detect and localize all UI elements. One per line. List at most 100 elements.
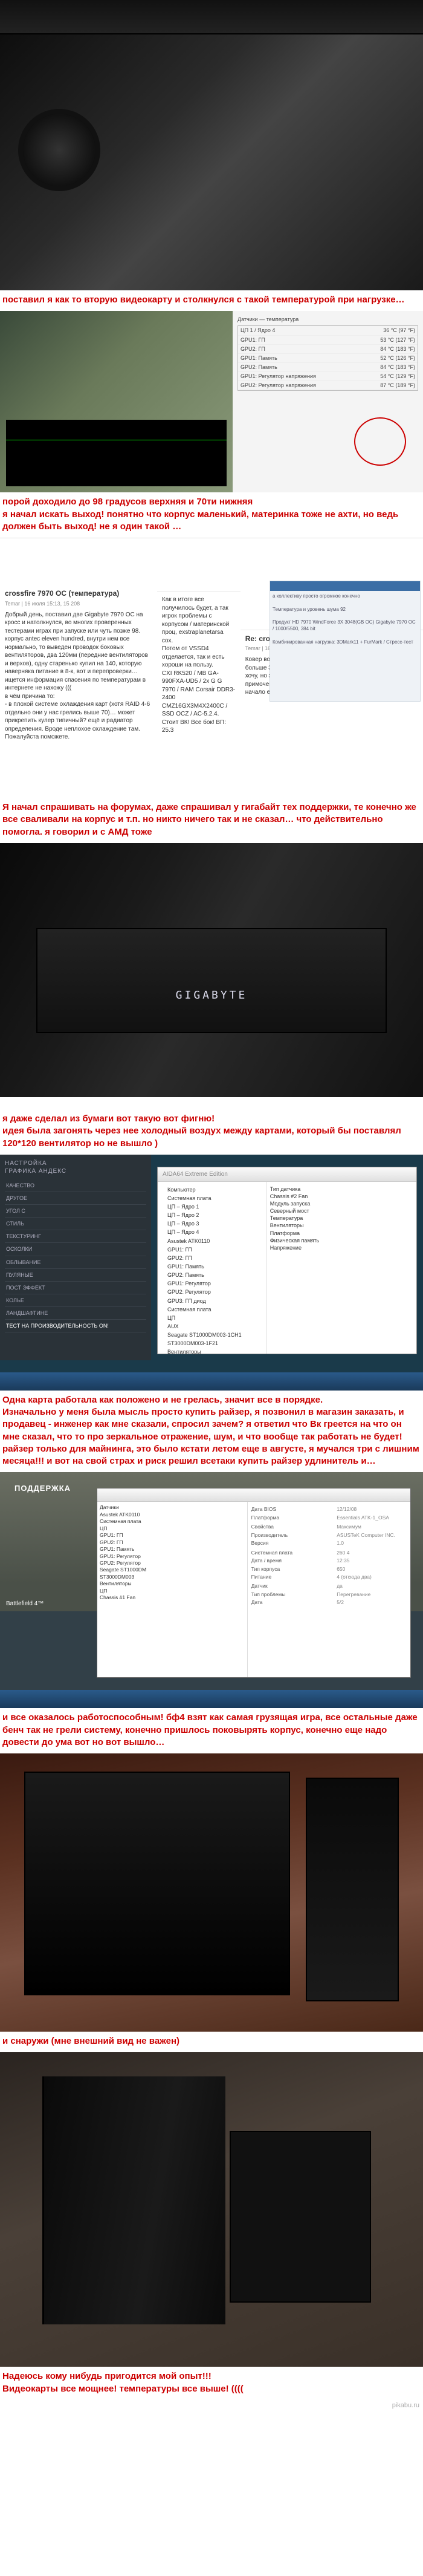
settings-item[interactable]: ТЕСТ НА ПРОИЗВОДИТЕЛЬНОСТЬ ON! [5,1320,146,1332]
panel-row: Датчикда [251,1582,407,1590]
aida64-tree[interactable]: Датчики Asustek ATK0110 Системная плата … [97,1502,248,1677]
caption-4: я даже сделал из бумаги вот такую вот фи… [0,1097,423,1155]
temperature-table: ЦП 1 / Ядро 436 °C (97 °F) GPU1: ГП53 °C… [237,325,418,391]
tree-node[interactable]: ЦП – Ядро 2 [161,1211,262,1219]
caption-5: Одна карта работала как положено и не гр… [0,1391,423,1473]
tree-node[interactable]: GPU1: ГП [100,1532,245,1539]
aida64-panel: Дата BIOS12/12/08 ПлатформаEssentials AT… [248,1502,410,1677]
forum-post-title: crossfire 7970 OC (температура) [5,589,152,598]
settings-item[interactable]: КОЛЬЕ [5,1294,146,1307]
tree-node[interactable]: Вентиляторы [100,1580,245,1587]
panel-line: Напряжение [270,1244,413,1251]
tree-node[interactable]: GPU1: ГП [161,1245,262,1254]
forum-side-panel: а коллективу просто огромное конечно Тем… [270,581,421,702]
tree-node[interactable]: GPU2: Регулятор [161,1288,262,1296]
photo-pc-internals-1: CHIEFTEC [0,0,423,290]
panel-row: ПроизводительASUSTeK Computer INC. [251,1531,407,1539]
forum-post-body: Как в итоге все получилось будет, а так … [162,596,236,735]
photo-gpu-closeup: GIGABYTE [0,843,423,1097]
panel-row: Дата5/2 [251,1599,407,1606]
tree-node[interactable]: GPU1: Память [100,1546,245,1553]
caption-7: и снаружи (мне внешний вид не важен) [0,2032,423,2052]
panel-row: Системная плата260 4 [251,1549,407,1557]
tree-node[interactable]: ЦП – Ядро 3 [161,1219,262,1228]
settings-item[interactable]: КАЧЕСТВО [5,1179,146,1192]
aida64-panel: Тип датчика Chassis #2 Fan Модуль запуск… [266,1182,416,1354]
tree-node[interactable]: GPU2: Память [161,1271,262,1279]
settings-item[interactable]: СТИЛЬ [5,1218,146,1230]
tree-node[interactable]: GPU1: Регулятор [161,1279,262,1288]
tree-node[interactable]: Системная плата [161,1305,262,1314]
settings-item[interactable]: ПУЛЯНЫЕ [5,1269,146,1282]
tree-node[interactable]: Asustek ATK0110 [100,1511,245,1518]
tree-node[interactable]: AUX [161,1322,262,1331]
settings-item[interactable]: ЛАНДШАФТИНЕ [5,1307,146,1320]
tree-node[interactable]: GPU1: Регулятор [100,1553,245,1560]
panel-line: Вентиляторы [270,1222,413,1229]
tree-node[interactable]: GPU1: Память [161,1262,262,1271]
aida64-window[interactable]: AIDA64 Extreme Edition Компьютер Системн… [157,1167,417,1354]
aida64-window-2[interactable]: Датчики Asustek ATK0110 Системная плата … [97,1488,411,1678]
tree-node[interactable]: Датчики [100,1504,245,1511]
settings-item[interactable]: ОСКОЛКИ [5,1243,146,1256]
tree-node[interactable]: Системная плата [161,1194,262,1202]
forum-post-meta: Temar | 16 июля 15:13, 15 208 [5,600,152,607]
settings-item[interactable]: ПОСТ ЭФФЕКТ [5,1282,146,1294]
tree-node[interactable]: Chassis #1 Fan [100,1594,245,1601]
caption-1: поставил я как то вторую видеокарту и ст… [0,290,423,311]
tree-node[interactable]: ЦП – Ядро 4 [161,1228,262,1236]
tree-node[interactable]: ЦП – Ядро 1 [161,1202,262,1211]
window-titlebar[interactable]: AIDA64 Extreme Edition [158,1167,416,1182]
panel-row: Дата BIOS12/12/08 [251,1505,407,1513]
sensor-header: Датчики — температура [237,316,418,323]
sensor-row: ЦП 1 / Ядро 436 °C (97 °F) [238,326,418,335]
panel-row: Питание4 (отсюда два) [251,1573,407,1581]
settings-item[interactable]: ОБЛЫВАНИЕ [5,1256,146,1269]
tree-node[interactable]: Asustek ATK0110 [161,1237,262,1245]
tree-node[interactable]: ST3000DM003-1F21 [161,1339,262,1348]
window-titlebar[interactable] [97,1489,410,1502]
settings-title: НАСТРОЙКА ГРАФИКА АНДЕКС [5,1159,146,1176]
tree-node[interactable]: ЦП [161,1314,262,1322]
forum-post-body: Добрый день, поставил две Gigabyte 7970 … [5,611,152,742]
panel-line: Физическая память [270,1237,413,1244]
forum-screenshot: crossfire 7970 OC (температура) Temar | … [0,538,423,798]
psu-brand-label: CHIEFTEC [186,8,236,20]
sensor-row: GPU2: ГП84 °C (183 °F) [238,345,418,354]
tree-node[interactable]: Seagate ST1000DM003-1CH1 [161,1331,262,1339]
forum-post-1: crossfire 7970 OC (температура) Temar | … [0,585,157,751]
windows-taskbar[interactable] [0,1690,423,1708]
tree-node[interactable]: ST3000DM003 [100,1574,245,1580]
windows-taskbar[interactable] [0,1372,423,1391]
caption-2: порой доходило до 98 градусов верхняя и … [0,492,423,538]
tree-node[interactable]: GPU2: Регулятор [100,1560,245,1567]
panel-line: Тип датчика [270,1185,413,1193]
tree-node[interactable]: GPU2: ГП [161,1254,262,1262]
settings-item[interactable]: УГОЛ С [5,1205,146,1218]
panel-row: Версия1.0 [251,1539,407,1547]
sensor-row: GPU1: ГП53 °C (127 °F) [238,336,418,345]
tree-node[interactable]: GPU2: ГП [100,1539,245,1546]
forum-side-text: а коллективу просто огромное конечно Тем… [273,593,418,645]
source-footer: pikabu.ru [0,2400,423,2411]
tree-node[interactable]: Компьютер [161,1185,262,1194]
settings-item[interactable]: ТЕКСТУРИНГ [5,1230,146,1243]
panel-line: Платформа [270,1230,413,1237]
caption-8: Надеюсь кому нибудь пригодится мой опыт!… [0,2367,423,2400]
settings-item[interactable]: ДРУГОЕ [5,1192,146,1205]
panel-line: Северный мост [270,1207,413,1215]
caption-3: Я начал спрашивать на форумах, даже спра… [0,798,423,843]
tree-node[interactable]: Seagate ST1000DM [100,1567,245,1573]
tree-node[interactable]: ЦП [100,1588,245,1594]
aida64-tree[interactable]: Компьютер Системная плата ЦП – Ядро 1 ЦП… [158,1182,266,1354]
panel-row: ПлатформаEssentials ATK-1_OSA [251,1514,407,1522]
photo-pc-on-table [0,1753,423,2032]
tree-node[interactable]: GPU3: ГП диод [161,1297,262,1305]
tree-node[interactable]: ЦП [100,1525,245,1532]
panel-line: Chassis #2 Fan [270,1193,413,1200]
panel-row: СвойстваМаксимум [251,1523,407,1531]
tree-node[interactable]: Системная плата [100,1518,245,1525]
panel-row: Дата / время12:35 [251,1557,407,1565]
photo-pc-exterior [0,2052,423,2367]
tree-node[interactable]: Вентиляторы [161,1348,262,1356]
